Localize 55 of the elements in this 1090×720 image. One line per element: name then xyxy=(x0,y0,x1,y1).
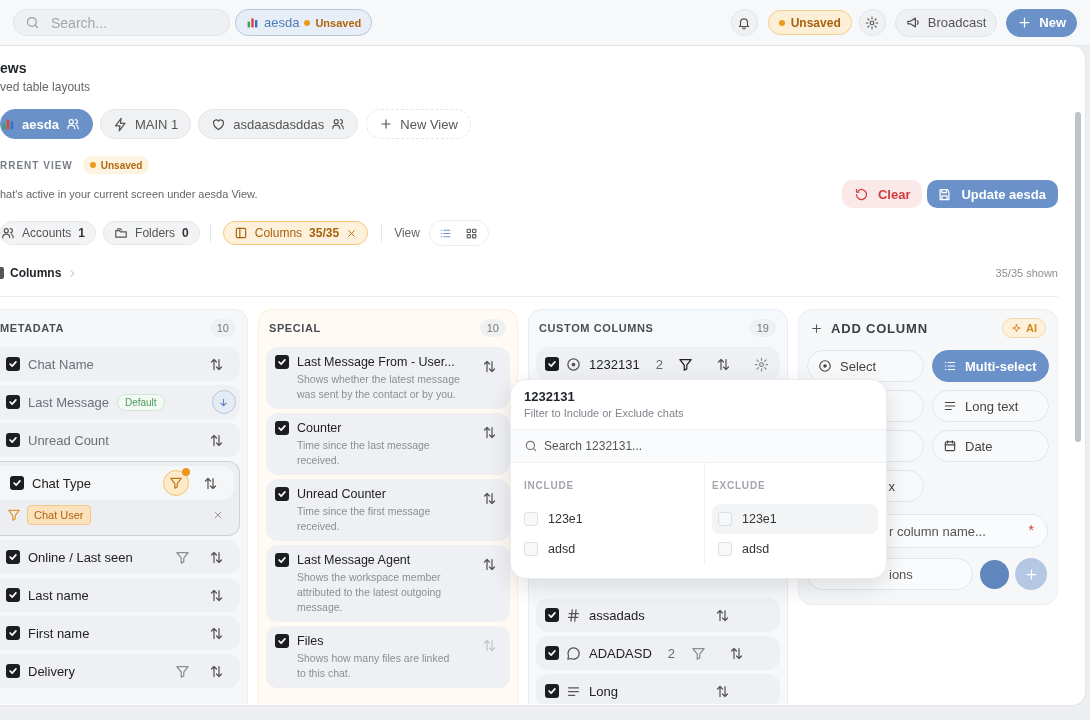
status-label: Unsaved xyxy=(315,16,362,29)
section-heading: EXCLUDE xyxy=(712,480,767,492)
group-title: SPECIAL xyxy=(269,322,321,334)
shown-count: 35/35 shown xyxy=(995,267,1058,279)
column-name: Unread Count xyxy=(28,432,109,448)
section-heading: RRENT VIEW xyxy=(0,159,73,171)
chip-count: 35/35 xyxy=(309,226,340,240)
chip-count: 0 xyxy=(182,226,189,240)
chip-count: 1 xyxy=(78,226,86,240)
popup-subtitle: Filter to Include or Exclude chats xyxy=(524,406,685,421)
default-badge: Default xyxy=(116,393,165,411)
chip-label: Columns xyxy=(254,226,303,240)
column-name: Last name xyxy=(28,587,89,603)
status-label: Unsaved xyxy=(100,159,143,171)
column-description: Shows how many files are linked to this chat. xyxy=(297,651,451,681)
column-name: Files xyxy=(297,633,325,649)
column-name: Counter xyxy=(297,420,343,436)
chip-label: Accounts xyxy=(22,226,72,240)
group-title: CUSTOM COLUMNS xyxy=(539,322,654,334)
column-name: First name xyxy=(28,625,90,641)
section-heading: INCLUDE xyxy=(524,480,576,492)
column-description: Shows whether the latest message was sent by the contact or by you. xyxy=(297,372,460,402)
column-name: Unread Counter xyxy=(297,486,387,502)
column-name: ADADASD xyxy=(589,645,652,661)
filter-count: 2 xyxy=(655,356,663,372)
group-count: 19 xyxy=(749,319,776,337)
page-title: ews xyxy=(0,59,28,77)
chip-label: Folders xyxy=(135,226,176,240)
status-label: Unsaved xyxy=(790,15,841,30)
page-subtitle: ved table layouts xyxy=(0,79,92,95)
group-title: METADATA xyxy=(0,322,65,334)
column-name: Delivery xyxy=(28,663,75,679)
column-description: Time since the first message received. xyxy=(297,504,432,534)
group-count: 10 xyxy=(479,319,506,337)
column-name: Chat Type xyxy=(32,475,92,491)
column-name: Chat Name xyxy=(28,356,94,372)
column-name: 1232131 xyxy=(589,356,640,372)
group-count: 10 xyxy=(209,319,236,337)
column-name: Last Message From - User... xyxy=(297,354,456,370)
column-name: Last Message Agent xyxy=(297,552,412,568)
popup-title: 1232131 xyxy=(524,389,576,405)
column-name: Online / Last seen xyxy=(28,549,133,565)
section-title: Columns xyxy=(10,266,62,280)
view-label: View xyxy=(394,226,420,240)
column-name: assadads xyxy=(589,607,645,623)
column-name: Long xyxy=(589,683,618,699)
required-mark: * xyxy=(1028,522,1034,538)
view-name: aesda xyxy=(264,15,300,30)
filter-tag: Chat User xyxy=(27,505,91,525)
filter-count: 2 xyxy=(667,645,676,661)
panel-title: ADD COLUMN xyxy=(831,320,928,336)
column-description: Shows the workspace member attributed to the latest outgoing message. xyxy=(297,570,443,615)
column-name: Last Message xyxy=(28,394,109,410)
view-description: hat's active in your current screen under aesda View. xyxy=(0,188,259,200)
column-description: Time since the last message received. xyxy=(297,438,431,468)
